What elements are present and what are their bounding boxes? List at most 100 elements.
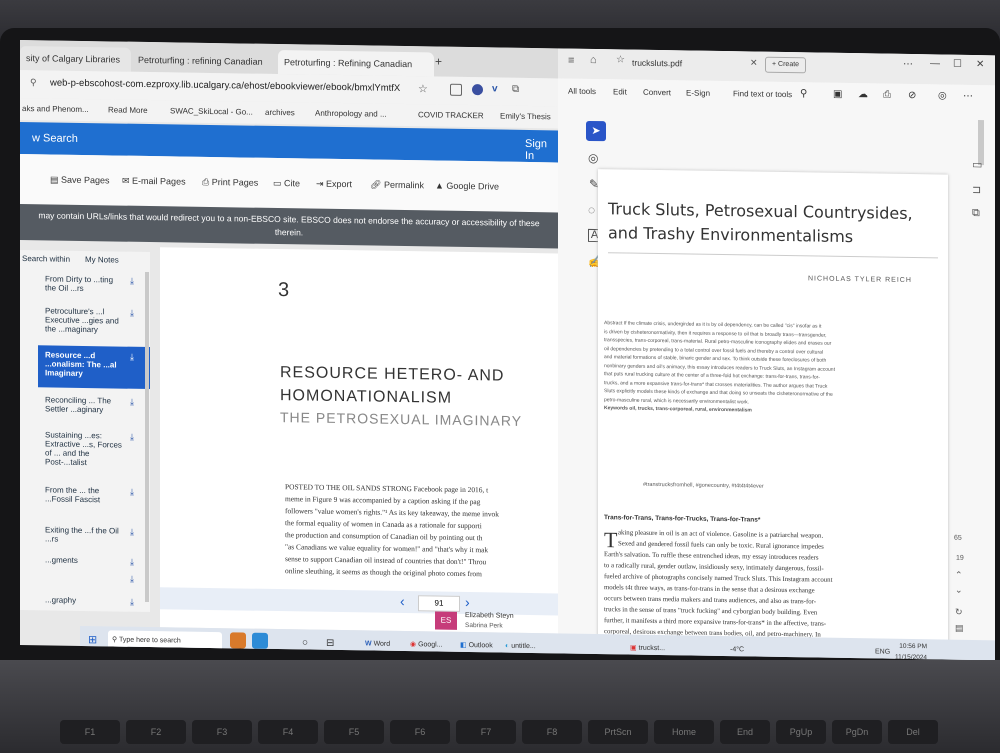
print-icon[interactable]: ⎙ [883, 90, 891, 101]
menu-icon[interactable]: ≡ [568, 55, 574, 67]
cite-button[interactable]: ▭ Cite [273, 178, 300, 189]
bookmark[interactable]: Emily's Thesis [500, 112, 551, 122]
close-window-icon[interactable]: ✕ [976, 59, 984, 70]
key: Home [654, 720, 714, 744]
book-page: 3 RESOURCE HETERO- AND HOMONATIONALISM T… [160, 247, 558, 634]
v-extension-icon[interactable]: v [492, 83, 498, 94]
search-icon[interactable]: ⚲ [800, 88, 807, 99]
article-title-2: and Trashy Environmentalisms [608, 223, 854, 247]
new-search-link[interactable]: w Search [32, 132, 78, 145]
download-icon[interactable]: ⤓ [130, 276, 134, 287]
key: F2 [126, 720, 186, 744]
menu-all-tools[interactable]: All tools [568, 87, 596, 96]
scroll-down-icon[interactable]: ⌄ [955, 585, 963, 596]
url-text: web-p-ebscohost-com.ezproxy.lib.ucalgary… [50, 77, 401, 94]
rotate-icon[interactable]: ↻ [955, 607, 963, 618]
download-icon[interactable]: ⤓ [130, 487, 134, 498]
toc-scrollbar[interactable] [145, 271, 149, 603]
extensions-puzzle-icon[interactable]: ⧉ [512, 84, 519, 95]
bookmark[interactable]: aks and Phenom... [22, 104, 89, 114]
clock[interactable]: 10:56 PM 11/15/2024 [895, 641, 927, 661]
bookmark-panel-icon[interactable]: ⊐ [972, 183, 981, 196]
next-page-icon[interactable]: › [465, 594, 470, 610]
toc-item[interactable]: Exiting the ...f the Oil ...rs [45, 525, 125, 544]
download-icon[interactable]: ⤓ [130, 352, 134, 363]
comments-panel-icon[interactable]: ▭ [972, 158, 982, 171]
menu-esign[interactable]: E-Sign [686, 88, 710, 97]
menu-convert[interactable]: Convert [643, 88, 671, 97]
profile-icon[interactable]: ◎ [938, 90, 947, 101]
download-icon[interactable]: ⤓ [130, 432, 134, 443]
toc-item[interactable]: ...graphy [45, 595, 125, 605]
comment-icon[interactable]: ◎ [588, 151, 598, 165]
draw-icon[interactable]: ◌ [588, 203, 595, 217]
email-pages-button[interactable]: ✉ E-mail Pages [122, 176, 186, 188]
favorite-star-icon[interactable]: ☆ [418, 82, 428, 95]
permalink-button[interactable]: 🔗︎ Permalink [370, 179, 424, 191]
toc-item[interactable]: From the ... the ...Fossil Fascist [45, 485, 125, 504]
abstract: Abstract If the climate crisis, undergir… [604, 320, 835, 414]
toc-item[interactable]: Sustaining ...es: Extractive ...s, Force… [45, 430, 125, 467]
toc-item[interactable]: Petroculture's ...l Executive ...gies an… [45, 306, 125, 334]
app-icon[interactable] [230, 632, 246, 649]
menu-edit[interactable]: Edit [613, 87, 627, 96]
page-number-input[interactable]: 91 [418, 595, 460, 612]
sign-in-link[interactable]: Sign In [525, 138, 558, 163]
bookmark[interactable]: archives [265, 108, 295, 117]
language-indicator[interactable]: ENG [875, 642, 890, 660]
tab-library[interactable]: sity of Calgary Libraries [20, 46, 131, 72]
more-icon[interactable]: ⋯ [963, 91, 973, 102]
toc-item[interactable]: ...gments [45, 555, 125, 565]
home-icon[interactable]: ⌂ [590, 54, 597, 66]
scroll-up-icon[interactable]: ⌃ [955, 570, 963, 581]
chat-recipient: Sabrina Perk [465, 621, 503, 630]
print-pages-button[interactable]: ⎙ Print Pages [202, 177, 258, 189]
download-icon[interactable]: ⤓ [130, 597, 134, 608]
fit-page-icon[interactable]: ▤ [955, 623, 964, 634]
article-body-cont: Earth's salvation. To ruffle these entre… [604, 551, 833, 639]
close-tab-icon[interactable]: ✕ [750, 57, 758, 68]
extension-icon[interactable] [472, 84, 483, 96]
page-counter-bottom: 19 [956, 554, 964, 562]
minimize-icon[interactable]: — [930, 58, 940, 69]
tab-petroturfing-1[interactable]: Petroturfing : refining Canadian [132, 48, 273, 74]
star-icon[interactable]: ☆ [616, 54, 625, 65]
google-drive-button[interactable]: ▲ Google Drive [435, 181, 499, 192]
bookmark[interactable]: Read More [108, 105, 148, 115]
save-pages-button[interactable]: ▤ Save Pages [50, 174, 110, 186]
more-icon[interactable]: ⋯ [903, 59, 913, 70]
download-icon[interactable]: ⤓ [130, 308, 134, 319]
section-heading: Trans-for-Trans, Trans-for-Trucks, Trans… [604, 514, 761, 524]
reader-icon[interactable] [450, 83, 462, 96]
laptop-keyboard: F1 F2 F3 F4 F5 F6 F7 F8 PrtScn Home End … [0, 660, 1000, 753]
site-info-icon[interactable]: ⚲ [30, 77, 37, 88]
bookmark[interactable]: Anthropology and ... [315, 109, 387, 119]
tab-petroturfing-2[interactable]: Petroturfing : Refining Canadian [278, 50, 434, 77]
toc-item[interactable]: Reconciling ... The Settler ...aginary [45, 395, 125, 414]
pages-panel-icon[interactable]: ⧉ [972, 207, 980, 220]
download-icon[interactable]: ⤓ [130, 574, 134, 585]
find-input[interactable]: Find text or tools [733, 89, 792, 99]
select-cursor-icon[interactable]: ➤ [586, 120, 606, 142]
create-button[interactable]: + Create [765, 56, 807, 74]
download-icon[interactable]: ⤓ [130, 557, 134, 568]
download-icon[interactable]: ⤓ [130, 397, 134, 408]
chat-avatar[interactable]: ES [435, 611, 457, 630]
download-icon[interactable]: ⤓ [130, 527, 134, 538]
toc-item[interactable]: From Dirty to ...ting the Oil ...rs [45, 274, 125, 293]
bookmark[interactable]: SWAC_SkiLocal - Go... [170, 106, 253, 116]
export-button[interactable]: ⇥ Export [316, 179, 352, 191]
link-icon[interactable]: ⊘ [908, 90, 916, 101]
key: F7 [456, 720, 516, 744]
search-within-tab[interactable]: Search within [22, 254, 70, 264]
my-notes-tab[interactable]: My Notes [85, 255, 119, 265]
new-tab-icon[interactable]: + [435, 55, 442, 69]
upload-icon[interactable]: ☁ [858, 89, 868, 100]
save-icon[interactable]: ▣ [833, 89, 842, 100]
prev-page-icon[interactable]: ‹ [400, 593, 405, 609]
pdf-tab-title[interactable]: trucksluts.pdf [632, 58, 682, 69]
maximize-icon[interactable]: ☐ [953, 59, 962, 70]
toc-item-current[interactable]: Resource ...d ...onalism: The ...al Imag… [45, 350, 125, 378]
app-icon[interactable] [252, 632, 268, 649]
bookmark[interactable]: COVID TRACKER [418, 110, 484, 120]
